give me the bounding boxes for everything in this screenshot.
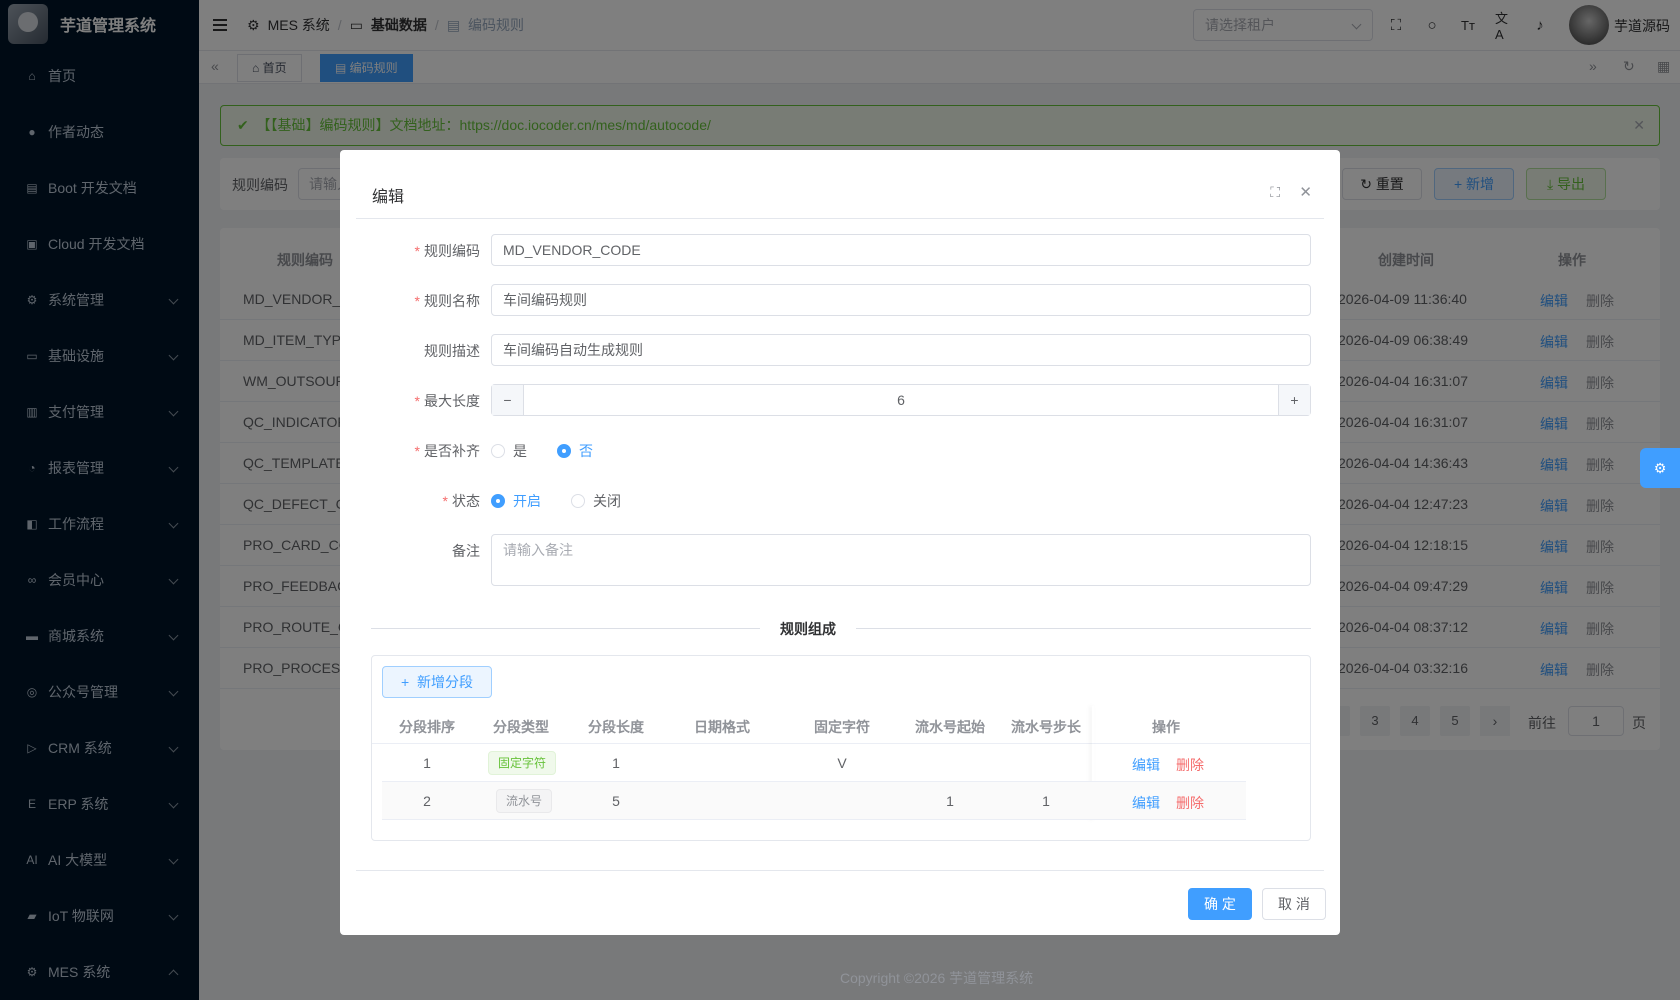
close-icon[interactable]: ✕ bbox=[1299, 183, 1312, 201]
padding-radio-yes[interactable]: 是 bbox=[491, 441, 527, 461]
segment-col-header: 操作 bbox=[1152, 719, 1180, 735]
segment-cell-serial-step: 1 bbox=[1042, 793, 1050, 809]
label-desc: 规则描述 bbox=[424, 343, 480, 359]
add-segment-button[interactable]: + 新增分段 bbox=[382, 666, 492, 698]
segment-type-tag: 流水号 bbox=[496, 789, 553, 813]
segment-col-header: 流水号起始 bbox=[915, 719, 985, 735]
label-maxlen-text: 最大长度 bbox=[424, 393, 480, 409]
remark-textarea[interactable]: 请输入备注 bbox=[491, 534, 1311, 586]
radio-dot bbox=[491, 494, 505, 508]
maximize-icon[interactable]: ⛶ bbox=[1270, 184, 1280, 201]
status-radio-off[interactable]: 关闭 bbox=[571, 491, 621, 511]
section-title: 规则组成 bbox=[760, 619, 856, 639]
segment-cell-length: 5 bbox=[612, 793, 620, 809]
dialog-title: 编辑 bbox=[372, 189, 405, 206]
segment-cell-serial-start: 1 bbox=[946, 793, 954, 809]
segment-col-header: 分段排序 bbox=[399, 719, 455, 735]
plus-icon: + bbox=[401, 674, 417, 690]
decrease-button[interactable]: − bbox=[492, 385, 524, 415]
dialog-divider bbox=[356, 218, 1324, 219]
code-input[interactable]: MD_VENDOR_CODE bbox=[491, 234, 1311, 266]
label-maxlen: * 最大长度 bbox=[414, 393, 480, 409]
settings-gear-icon[interactable]: ⚙ bbox=[1640, 448, 1680, 488]
name-input[interactable]: 车间编码规则 bbox=[491, 284, 1311, 316]
label-remark: 备注 bbox=[452, 543, 480, 559]
segment-card: + 新增分段 分段排序 分段类型 分段长度 日期格式 固定字符 流水号起始 流水号步长 操作 1… bbox=[371, 655, 1311, 841]
segment-cell-length: 1 bbox=[612, 755, 620, 771]
segment-cell-order: 2 bbox=[423, 793, 431, 809]
label-padding-text: 是否补齐 bbox=[424, 443, 480, 459]
segment-edit-button[interactable]: 编辑 bbox=[1132, 755, 1160, 775]
confirm-button[interactable]: 确 定 bbox=[1188, 888, 1252, 920]
label-name-text: 规则名称 bbox=[424, 293, 480, 309]
label-code-text: 规则编码 bbox=[424, 243, 480, 259]
label-code: * 规则编码 bbox=[414, 243, 480, 259]
segment-delete-button[interactable]: 删除 bbox=[1176, 755, 1204, 775]
segment-row[interactable]: 2 流水号 5 1 1 编辑 删除 bbox=[382, 782, 1246, 820]
label-name: * 规则名称 bbox=[414, 293, 480, 309]
dialog-footer-divider bbox=[356, 870, 1324, 871]
padding-yes-label: 是 bbox=[513, 443, 527, 459]
segment-cell-order: 1 bbox=[423, 755, 431, 771]
cancel-button[interactable]: 取 消 bbox=[1262, 888, 1326, 920]
add-segment-label: 新增分段 bbox=[416, 674, 473, 690]
segment-type-tag: 固定字符 bbox=[488, 751, 557, 775]
footer-copyright: Copyright ©2026 芋道管理系统 bbox=[840, 970, 1034, 986]
segment-col-header: 流水号步长 bbox=[1011, 719, 1081, 735]
desc-input[interactable]: 车间编码自动生成规则 bbox=[491, 334, 1311, 366]
segment-col-header: 日期格式 bbox=[694, 719, 750, 735]
segment-edit-button[interactable]: 编辑 bbox=[1132, 793, 1160, 813]
segment-col-header: 分段长度 bbox=[588, 719, 644, 735]
edit-dialog: 编辑 ⛶ ✕ * 规则编码 MD_VENDOR_CODE * 规则名称 车间编码规则… bbox=[340, 150, 1340, 935]
segment-row[interactable]: 1 固定字符 1 V 编辑 删除 bbox=[382, 744, 1246, 782]
maxlen-stepper[interactable]: − 6 + bbox=[491, 384, 1311, 416]
radio-dot bbox=[571, 494, 585, 508]
increase-button[interactable]: + bbox=[1278, 385, 1310, 415]
segment-col-header: 分段类型 bbox=[493, 719, 549, 735]
status-off-label: 关闭 bbox=[593, 493, 621, 509]
padding-radio-no[interactable]: 否 bbox=[557, 441, 593, 461]
label-status-text: 状态 bbox=[452, 493, 480, 509]
maxlen-value: 6 bbox=[897, 392, 905, 408]
segment-cell-fixed-char: V bbox=[837, 755, 847, 771]
label-status: * 状态 bbox=[442, 493, 480, 509]
segment-table-header: 分段排序 分段类型 分段长度 日期格式 固定字符 流水号起始 流水号步长 操作 bbox=[372, 706, 1310, 744]
status-radio-on[interactable]: 开启 bbox=[491, 491, 541, 511]
segment-col-header: 固定字符 bbox=[814, 719, 870, 735]
radio-dot bbox=[557, 444, 571, 458]
status-on-label: 开启 bbox=[513, 493, 541, 509]
segment-delete-button[interactable]: 删除 bbox=[1176, 793, 1204, 813]
padding-no-label: 否 bbox=[579, 443, 593, 459]
radio-dot bbox=[491, 444, 505, 458]
label-padding: * 是否补齐 bbox=[414, 443, 480, 459]
